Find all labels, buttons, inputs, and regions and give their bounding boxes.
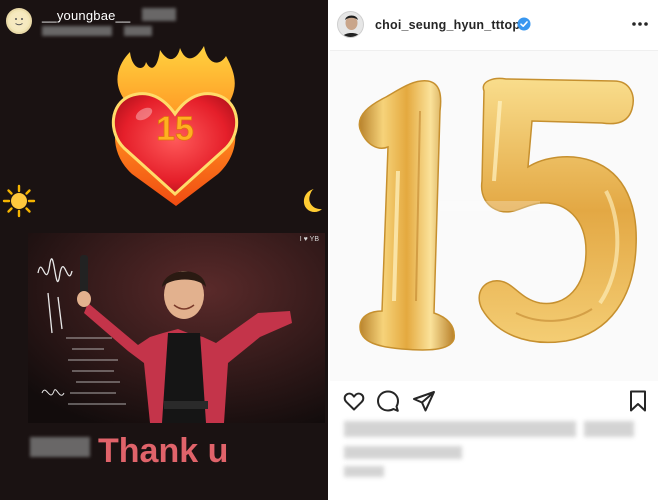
share-icon[interactable]	[412, 389, 436, 413]
censored-text	[30, 437, 90, 457]
censored-text	[124, 26, 152, 36]
post-avatar[interactable]	[337, 11, 364, 38]
post-username[interactable]: choi_seung_hyun_tttop	[375, 18, 520, 32]
sun-emoji-icon	[2, 184, 36, 218]
post-header: choi_seung_hyun_tttop	[330, 0, 658, 51]
comment-icon[interactable]	[376, 389, 400, 413]
moon-emoji-icon	[303, 189, 322, 212]
more-options-icon[interactable]	[630, 16, 650, 32]
profile-photo-icon	[338, 12, 363, 37]
concert-photo: I ♥ YB	[28, 233, 325, 423]
story-header: __youngbae__	[0, 0, 328, 42]
story-username[interactable]: __youngbae__	[42, 8, 130, 23]
instagram-post: choi_seung_hyun_tttop	[330, 0, 658, 500]
censored-text	[142, 8, 176, 21]
photo-watermark: I ♥ YB	[299, 236, 319, 243]
censored-likes	[584, 421, 634, 437]
censored-likes	[344, 421, 576, 437]
avatar-face-icon	[10, 12, 28, 30]
censored-timestamp	[344, 466, 384, 477]
verified-badge-icon	[517, 17, 531, 31]
fire-heart-sticker: 15	[100, 44, 250, 209]
censored-caption	[344, 446, 462, 459]
like-heart-icon[interactable]	[342, 389, 366, 413]
thank-you-text: Thank u	[98, 432, 229, 470]
heart-number: 15	[156, 110, 194, 148]
post-image[interactable]	[330, 51, 658, 381]
story-avatar[interactable]	[6, 8, 32, 34]
story-panel: __youngbae__ 15 I ♥ YB Thank u	[0, 0, 328, 500]
censored-text	[42, 26, 112, 36]
bookmark-icon[interactable]	[626, 389, 650, 413]
